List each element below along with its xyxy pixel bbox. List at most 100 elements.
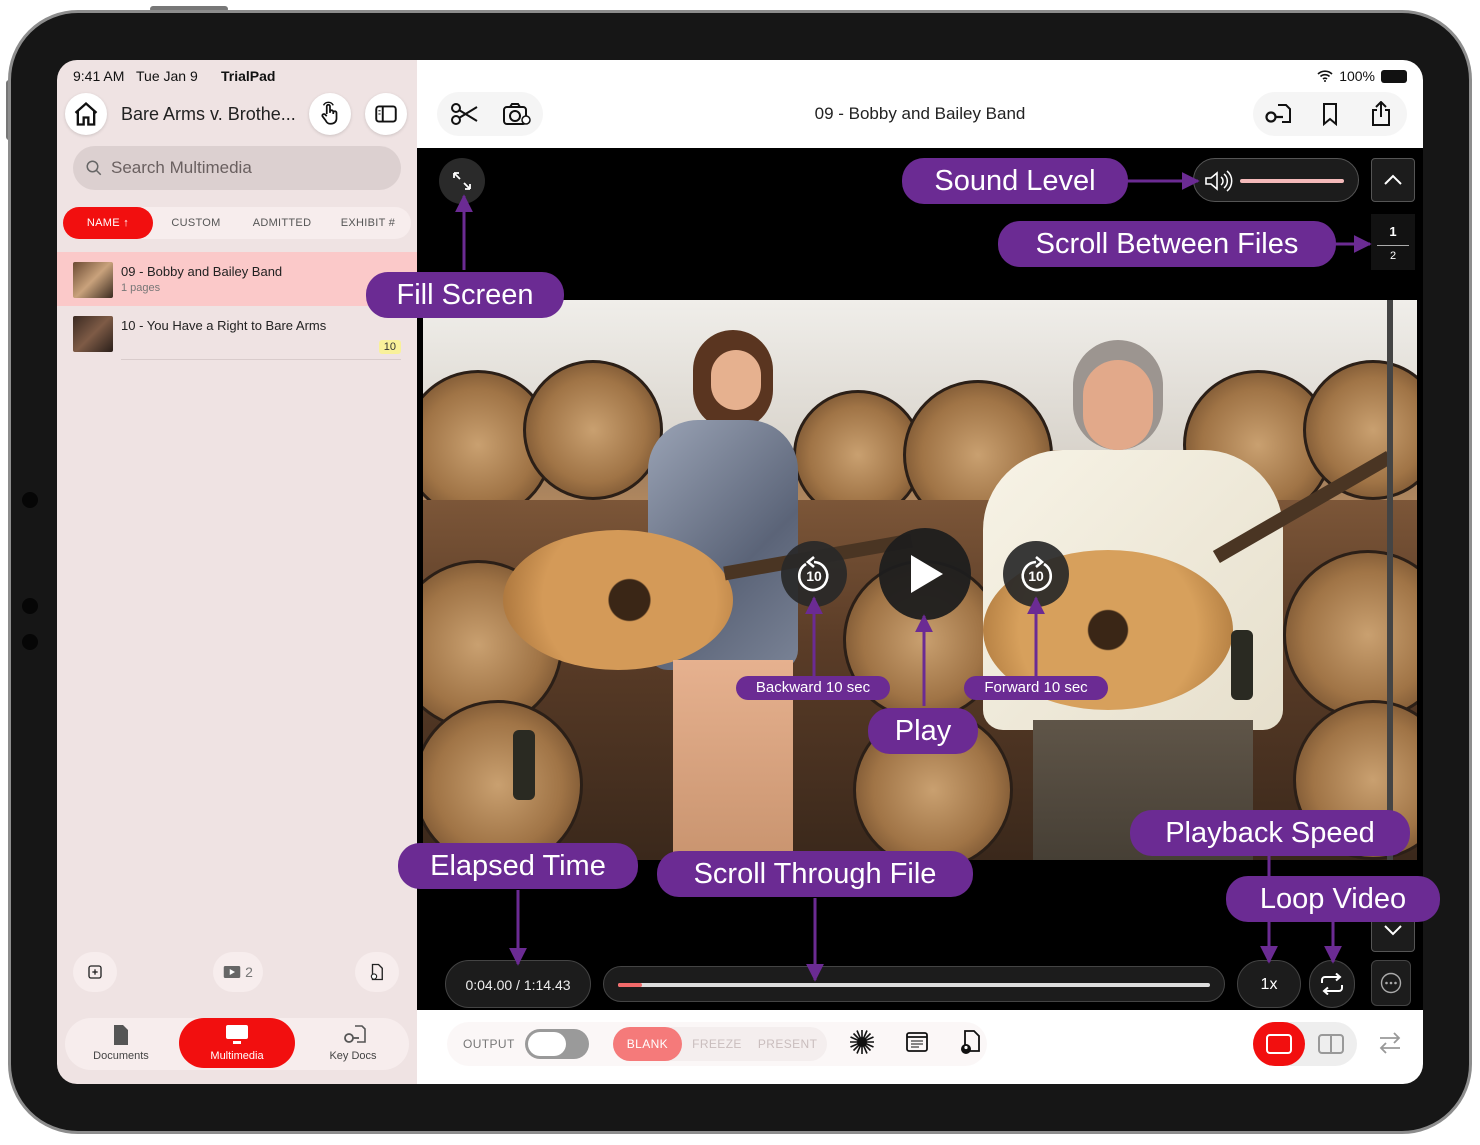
laser-button[interactable] [849, 1029, 875, 1060]
single-layout-button[interactable] [1253, 1022, 1305, 1066]
callout-scroll-through-file: Scroll Through File [657, 851, 973, 897]
callout-backward: Backward 10 sec [736, 676, 890, 700]
bookmark-icon [1322, 103, 1337, 126]
status-date: Tue Jan 9 [136, 68, 198, 84]
battery-percent: 100% [1339, 68, 1375, 84]
guitar [503, 530, 733, 670]
nav-label: Key Docs [329, 1050, 377, 1062]
play-button[interactable] [879, 528, 971, 620]
header-actions [1253, 92, 1407, 136]
sort-tab-custom[interactable]: CUSTOM [153, 207, 239, 239]
barrel [523, 360, 663, 500]
status-app: TrialPad [221, 68, 276, 84]
sort-tab-admitted[interactable]: ADMITTED [239, 207, 325, 239]
search-input[interactable] [111, 158, 371, 178]
status-right: 100% [1317, 68, 1407, 84]
search-bar[interactable] [73, 146, 401, 190]
video-edge [1387, 300, 1393, 860]
callout-play: Play [868, 708, 978, 754]
ellipsis-circle-icon [1380, 972, 1402, 994]
sort-tab-name[interactable]: NAME ↑ [63, 207, 153, 239]
callout-scroll-between-files: Scroll Between Files [998, 221, 1336, 267]
page-total: 2 [1377, 245, 1409, 262]
hand-pointer-icon [321, 101, 338, 125]
file-name: 10 - You Have a Right to Bare Arms [121, 318, 327, 333]
home-icon [74, 101, 98, 126]
forward-10-button[interactable]: 10 [1003, 541, 1069, 607]
exhibit-badge: 10 [378, 340, 401, 354]
device-dot [22, 634, 38, 650]
nav-documents[interactable]: Documents [65, 1018, 177, 1068]
battery-icon [1381, 69, 1407, 83]
add-button[interactable] [73, 952, 117, 992]
speaker-icon [1205, 170, 1233, 192]
elapsed-time: 0:04.00 / 1:14.43 [445, 960, 591, 1008]
mode-present[interactable]: PRESENT [752, 1037, 827, 1051]
more-button[interactable] [1371, 960, 1411, 1006]
wifi-icon [1317, 70, 1333, 82]
output-mode-selector: BLANK FREEZE PRESENT [612, 1027, 828, 1061]
file-name: 09 - Bobby and Bailey Band [121, 264, 283, 279]
chevron-up-icon [1384, 174, 1402, 185]
sort-tabs: NAME ↑ CUSTOM ADMITTED EXHIBIT # [63, 207, 411, 239]
file-item[interactable]: 10 - You Have a Right to Bare Arms 10 [57, 306, 417, 360]
page-current: 1 [1389, 224, 1397, 239]
top-bar: 100% 09 - Bobby and Bailey Band [417, 60, 1423, 148]
output-toggle[interactable] [524, 1029, 589, 1059]
document-add-icon [370, 963, 383, 981]
mode-blank[interactable]: BLANK [612, 1027, 683, 1061]
toggle-knob [527, 1032, 566, 1056]
video-count-button[interactable]: 2 [213, 952, 263, 992]
home-button[interactable] [65, 93, 107, 135]
callout-forward: Forward 10 sec [964, 676, 1108, 700]
video-frame[interactable]: 10 10 [423, 300, 1417, 860]
video-icon [223, 966, 241, 978]
bookmark-button[interactable] [1304, 102, 1355, 126]
document-output-button[interactable] [959, 1029, 983, 1060]
playback-speed-button[interactable]: 1x [1237, 960, 1301, 1008]
callout-elapsed-time: Elapsed Time [398, 843, 638, 889]
starburst-icon [850, 1029, 875, 1054]
swap-button[interactable] [1377, 1030, 1403, 1061]
bottom-nav: Documents Multimedia Key Docs [65, 1018, 409, 1070]
sidebar-toggle-button[interactable] [365, 93, 407, 135]
previous-file-button[interactable] [1371, 158, 1415, 202]
share-button[interactable] [1356, 101, 1407, 127]
ipad-screen: 9:41 AM Tue Jan 9 TrialPad Bare Arms v. … [57, 60, 1423, 1084]
text-window-icon [906, 1031, 929, 1052]
backward-10-button[interactable]: 10 [781, 541, 847, 607]
sort-tab-exhibit[interactable]: EXHIBIT # [325, 207, 411, 239]
status-time: 9:41 AM [73, 68, 125, 84]
play-icon [911, 555, 943, 593]
sound-level-slider[interactable] [1193, 158, 1359, 202]
output-controls: OUTPUT BLANK FREEZE PRESENT [447, 1022, 987, 1066]
swap-arrows-icon [1379, 1032, 1401, 1054]
callout-playback-speed: Playback Speed [1130, 810, 1410, 856]
new-doc-button[interactable] [355, 952, 399, 992]
fill-screen-button[interactable] [439, 158, 485, 204]
key-doc-button[interactable] [1253, 102, 1304, 126]
device-dot [22, 598, 38, 614]
loop-icon [1321, 973, 1343, 995]
case-title[interactable]: Bare Arms v. Brothe... [121, 104, 296, 125]
split-layout-button[interactable] [1305, 1033, 1357, 1055]
file-thumbnail [73, 262, 113, 298]
bottle [513, 730, 535, 800]
touch-mode-button[interactable] [309, 93, 351, 135]
layout-selector [1253, 1022, 1357, 1066]
nav-key-docs[interactable]: Key Docs [297, 1018, 409, 1068]
callout-button[interactable] [905, 1031, 929, 1058]
nav-multimedia[interactable]: Multimedia [179, 1018, 295, 1068]
performer-face [1083, 360, 1153, 450]
bottle [1231, 630, 1253, 700]
nav-label: Documents [93, 1050, 149, 1062]
file-thumbnail [73, 316, 113, 352]
key-doc-icon [344, 1025, 366, 1043]
sidebar: 9:41 AM Tue Jan 9 TrialPad Bare Arms v. … [57, 60, 417, 1084]
file-item[interactable]: 09 - Bobby and Bailey Band 1 pages [57, 252, 417, 306]
mode-freeze[interactable]: FREEZE [682, 1037, 752, 1051]
share-icon [1372, 101, 1391, 126]
loop-button[interactable] [1309, 960, 1355, 1008]
divider [121, 359, 401, 360]
scrub-bar[interactable] [603, 966, 1225, 1002]
